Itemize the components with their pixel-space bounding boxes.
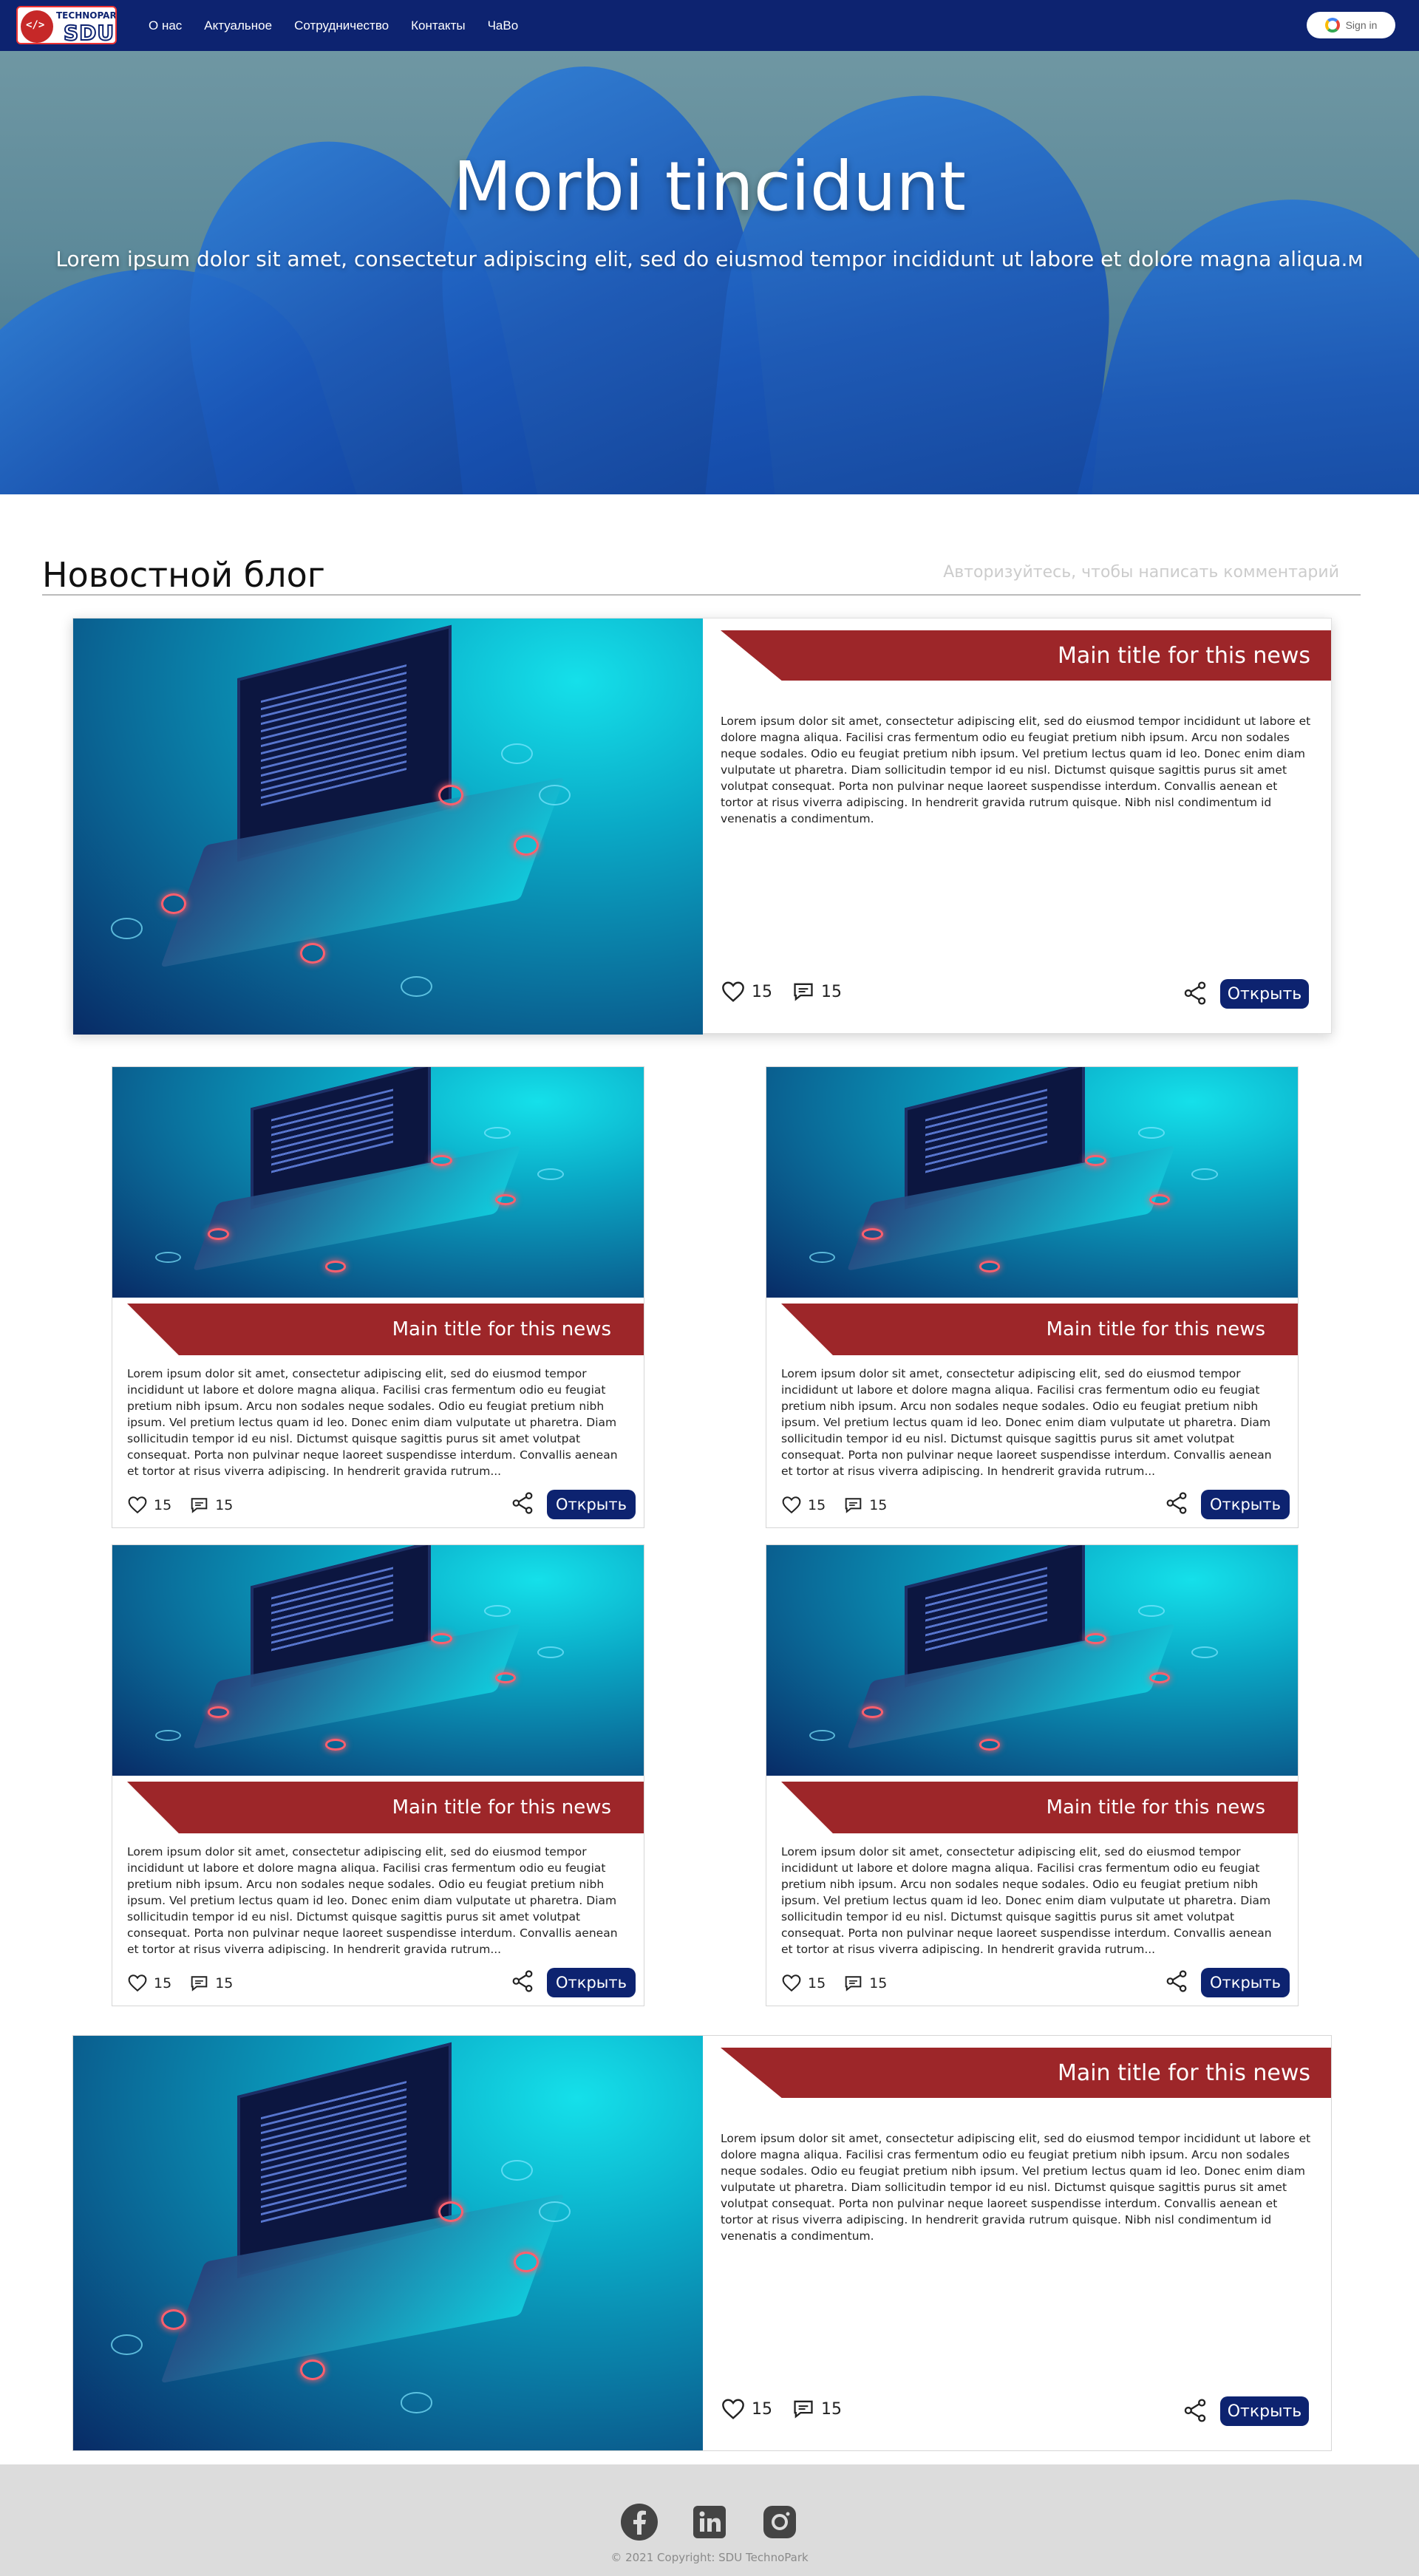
likes-count: 15 bbox=[154, 1496, 172, 1513]
hero-wave-shape bbox=[701, 76, 1132, 494]
technopark-logo[interactable]: TECHNOPARK SDU bbox=[16, 6, 117, 44]
comments-count: 15 bbox=[215, 1974, 234, 1991]
news-image[interactable] bbox=[112, 1545, 644, 1776]
news-image[interactable] bbox=[73, 2036, 703, 2450]
news-body: Lorem ipsum dolor sit amet, consectetur … bbox=[721, 715, 1311, 825]
open-button[interactable]: Открыть bbox=[1201, 1968, 1290, 1997]
instagram-icon[interactable] bbox=[760, 2503, 799, 2541]
nav-actual[interactable]: Актуальное bbox=[204, 18, 272, 33]
google-icon bbox=[1324, 18, 1340, 33]
hero-title: Morbi tincidunt bbox=[453, 147, 966, 226]
news-body: Lorem ipsum dolor sit amet, consectetur … bbox=[721, 2132, 1311, 2243]
logo-text-main: SDU bbox=[63, 20, 115, 44]
comments-count: 15 bbox=[821, 2399, 842, 2419]
share-icon[interactable] bbox=[1166, 1969, 1188, 1993]
news-image[interactable] bbox=[766, 1067, 1298, 1298]
share-icon[interactable] bbox=[1183, 2398, 1207, 2423]
comments-count: 15 bbox=[869, 1974, 888, 1991]
news-stats: 15 15 bbox=[721, 2398, 842, 2420]
share-icon[interactable] bbox=[511, 1969, 534, 1993]
news-body: Lorem ipsum dolor sit amet, consectetur … bbox=[127, 1367, 618, 1478]
hero-banner: Morbi tincidunt Lorem ipsum dolor sit am… bbox=[0, 51, 1419, 494]
open-button[interactable]: Открыть bbox=[547, 1490, 636, 1519]
open-button[interactable]: Открыть bbox=[1201, 1490, 1290, 1519]
news-title: Main title for this news bbox=[392, 1796, 611, 1819]
navbar: TECHNOPARK SDU О нас Актуальное Сотрудни… bbox=[0, 0, 1419, 51]
news-card-featured: Main title for this news Lorem ipsum dol… bbox=[72, 2035, 1332, 2451]
news-title-ribbon: Main title for this news bbox=[127, 1782, 644, 1833]
news-title-ribbon: Main title for this news bbox=[721, 630, 1331, 681]
news-card: Main title for this news Lorem ipsum dol… bbox=[112, 1066, 644, 1528]
likes-count: 15 bbox=[752, 2399, 772, 2419]
news-stats: 15 15 bbox=[781, 1496, 887, 1514]
comment-icon[interactable] bbox=[189, 1496, 209, 1514]
news-card: Main title for this news Lorem ipsum dol… bbox=[112, 1544, 644, 2006]
heart-icon[interactable] bbox=[721, 981, 746, 1003]
logo-text-top: TECHNOPARK bbox=[56, 10, 117, 21]
comments-count: 15 bbox=[869, 1496, 888, 1513]
open-button[interactable]: Открыть bbox=[547, 1968, 636, 1997]
blog-divider bbox=[42, 594, 1361, 596]
news-title-ribbon: Main title for this news bbox=[127, 1304, 644, 1355]
comment-icon[interactable] bbox=[189, 1974, 209, 1992]
likes-count: 15 bbox=[154, 1974, 172, 1991]
gear-code-icon bbox=[21, 10, 53, 43]
comment-icon[interactable] bbox=[843, 1496, 863, 1514]
share-icon[interactable] bbox=[1183, 981, 1207, 1006]
google-signin-button[interactable]: Sign in bbox=[1307, 12, 1395, 38]
news-image[interactable] bbox=[73, 619, 703, 1035]
footer: © 2021 Copyright: SDU TechnoPark bbox=[0, 2464, 1419, 2576]
heart-icon[interactable] bbox=[127, 1496, 148, 1514]
news-stats: 15 15 bbox=[721, 981, 842, 1003]
main-nav: О нас Актуальное Сотрудничество Контакты… bbox=[149, 0, 518, 51]
copyright: © 2021 Copyright: SDU TechnoPark bbox=[610, 2551, 809, 2564]
news-title-ribbon: Main title for this news bbox=[781, 1782, 1298, 1833]
news-body: Lorem ipsum dolor sit amet, consectetur … bbox=[781, 1845, 1272, 1956]
share-icon[interactable] bbox=[1166, 1491, 1188, 1515]
heart-icon[interactable] bbox=[721, 2398, 746, 2420]
likes-count: 15 bbox=[808, 1974, 826, 1991]
hero-subtitle: Lorem ipsum dolor sit amet, consectetur … bbox=[55, 247, 1364, 271]
heart-icon[interactable] bbox=[781, 1974, 802, 1992]
news-title: Main title for this news bbox=[1057, 642, 1310, 669]
comments-count: 15 bbox=[821, 982, 842, 1001]
comment-icon[interactable] bbox=[843, 1974, 863, 1992]
nav-about[interactable]: О нас bbox=[149, 18, 182, 33]
share-icon[interactable] bbox=[511, 1491, 534, 1515]
comment-icon[interactable] bbox=[792, 981, 815, 1002]
news-title-ribbon: Main title for this news bbox=[781, 1304, 1298, 1355]
likes-count: 15 bbox=[752, 982, 772, 1001]
news-title-ribbon: Main title for this news bbox=[721, 2048, 1331, 2098]
news-image[interactable] bbox=[766, 1545, 1298, 1776]
news-body: Lorem ipsum dolor sit amet, consectetur … bbox=[781, 1367, 1272, 1478]
news-title: Main title for this news bbox=[1057, 2059, 1310, 2086]
news-title: Main title for this news bbox=[1046, 1796, 1265, 1819]
facebook-icon[interactable] bbox=[620, 2503, 659, 2541]
news-stats: 15 15 bbox=[127, 1974, 233, 1992]
news-card: Main title for this news Lorem ipsum dol… bbox=[766, 1544, 1299, 2006]
nav-faq[interactable]: ЧаВо bbox=[488, 18, 519, 33]
news-stats: 15 15 bbox=[781, 1974, 887, 1992]
blog-title: Новостной блог bbox=[42, 555, 325, 595]
heart-icon[interactable] bbox=[781, 1496, 802, 1514]
open-button[interactable]: Открыть bbox=[1220, 2396, 1309, 2426]
open-button[interactable]: Открыть bbox=[1220, 979, 1309, 1009]
linkedin-icon[interactable] bbox=[690, 2503, 729, 2541]
nav-contacts[interactable]: Контакты bbox=[411, 18, 465, 33]
news-card-featured: Main title for this news Lorem ipsum dol… bbox=[72, 618, 1332, 1035]
news-title: Main title for this news bbox=[1046, 1318, 1265, 1340]
comment-icon[interactable] bbox=[792, 2399, 815, 2419]
nav-cooperation[interactable]: Сотрудничество bbox=[294, 18, 389, 33]
news-title: Main title for this news bbox=[392, 1318, 611, 1340]
auth-hint[interactable]: Авторизуйтесь, чтобы написать комментари… bbox=[943, 563, 1339, 582]
news-card: Main title for this news Lorem ipsum dol… bbox=[766, 1066, 1299, 1528]
likes-count: 15 bbox=[808, 1496, 826, 1513]
news-image[interactable] bbox=[112, 1067, 644, 1298]
heart-icon[interactable] bbox=[127, 1974, 148, 1992]
news-body: Lorem ipsum dolor sit amet, consectetur … bbox=[127, 1845, 618, 1956]
signin-label: Sign in bbox=[1345, 19, 1378, 31]
comments-count: 15 bbox=[215, 1496, 234, 1513]
news-stats: 15 15 bbox=[127, 1496, 233, 1514]
